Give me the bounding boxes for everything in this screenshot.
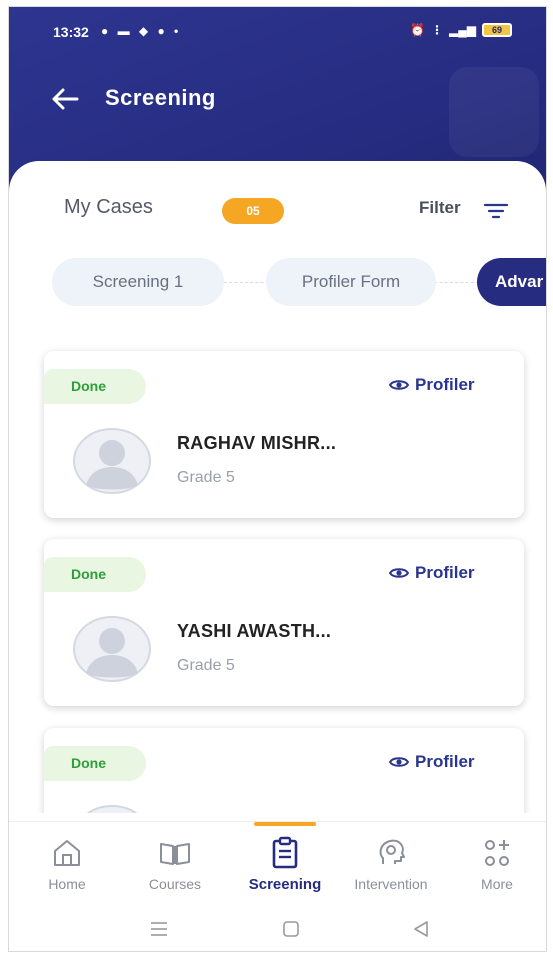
volte-icon: ⋮ bbox=[431, 23, 444, 37]
battery-icon: 69 bbox=[482, 23, 512, 37]
nav-home[interactable]: Home bbox=[37, 836, 97, 898]
student-card[interactable]: Done Profiler RAGHAV MISHR... Grade 5 bbox=[44, 351, 524, 518]
nav-label: Home bbox=[48, 876, 86, 892]
status-right-icons: ⏰ ⋮ ▂▄▆ 69 bbox=[410, 23, 512, 37]
nav-courses[interactable]: Courses bbox=[137, 836, 213, 898]
nav-label: Intervention bbox=[354, 876, 428, 892]
profiler-label: Profiler bbox=[415, 752, 475, 771]
filter-lines-icon[interactable] bbox=[483, 199, 509, 223]
notification-icons: ● ▬ ◆ ● • bbox=[101, 24, 182, 38]
status-time: 13:32 bbox=[53, 24, 89, 40]
avatar-icon bbox=[73, 428, 151, 494]
profiler-link[interactable]: Profiler bbox=[389, 752, 475, 772]
profiler-label: Profiler bbox=[415, 563, 475, 582]
my-cases-label: My Cases bbox=[64, 196, 153, 218]
signal-icon: ▂▄▆ bbox=[449, 23, 476, 37]
status-badge: Done bbox=[44, 369, 146, 404]
home-icon bbox=[54, 840, 80, 866]
nav-screening[interactable]: Screening bbox=[237, 836, 333, 898]
filter-button[interactable]: Filter bbox=[419, 198, 461, 218]
book-icon bbox=[160, 843, 190, 865]
head-gear-icon bbox=[379, 839, 405, 864]
status-badge: Done bbox=[44, 557, 146, 592]
app-bar: Screening bbox=[9, 79, 546, 119]
student-name: RAGHAV MISHR... bbox=[177, 433, 337, 453]
step-connector bbox=[429, 282, 479, 283]
step-screening-1[interactable]: Screening 1 bbox=[52, 258, 224, 306]
home-square-icon[interactable] bbox=[277, 915, 305, 943]
bottom-nav: Home Courses Screening Intervention More bbox=[9, 821, 546, 905]
avatar-icon bbox=[86, 805, 138, 813]
student-card[interactable]: Done Profiler bbox=[44, 728, 524, 813]
student-card[interactable]: Done Profiler YASHI AWASTH... Grade 5 bbox=[44, 539, 524, 706]
step-profiler-form[interactable]: Profiler Form bbox=[266, 258, 436, 306]
step-advanced[interactable]: Advar bbox=[477, 258, 546, 306]
alarm-icon: ⏰ bbox=[410, 23, 426, 37]
grid-plus-icon bbox=[485, 840, 509, 866]
phone-screen: 13:32 ● ▬ ◆ ● • ⏰ ⋮ ▂▄▆ 69 Screening My … bbox=[8, 6, 547, 952]
nav-active-indicator bbox=[254, 822, 316, 826]
back-triangle-icon[interactable] bbox=[407, 915, 435, 943]
content-sheet: My Cases 05 Filter Screening 1 Profiler … bbox=[9, 161, 546, 821]
arrow-left-icon[interactable] bbox=[47, 81, 83, 117]
clipboard-icon bbox=[272, 836, 298, 869]
eye-icon bbox=[389, 568, 409, 578]
profiler-link[interactable]: Profiler bbox=[389, 375, 475, 395]
battery-level: 69 bbox=[491, 25, 502, 35]
page-title: Screening bbox=[105, 85, 216, 110]
nav-label: More bbox=[481, 876, 513, 892]
eye-icon bbox=[389, 757, 409, 767]
stepper: Screening 1 Profiler Form Advar bbox=[9, 258, 546, 308]
student-name: YASHI AWASTH... bbox=[177, 621, 332, 641]
eye-icon bbox=[389, 380, 409, 390]
cases-header: My Cases 05 Filter bbox=[9, 193, 546, 229]
nav-intervention[interactable]: Intervention bbox=[339, 836, 443, 898]
student-grade: Grade 5 bbox=[177, 657, 235, 674]
cases-count-badge: 05 bbox=[222, 198, 284, 224]
nav-label: Courses bbox=[148, 876, 202, 892]
student-grade: Grade 5 bbox=[177, 469, 235, 486]
nav-label: Screening bbox=[248, 876, 322, 893]
status-badge: Done bbox=[44, 746, 146, 781]
status-bar: 13:32 ● ▬ ◆ ● • ⏰ ⋮ ▂▄▆ 69 bbox=[9, 7, 546, 49]
system-nav-bar bbox=[9, 905, 546, 951]
profiler-link[interactable]: Profiler bbox=[389, 563, 475, 583]
student-list: Done Profiler RAGHAV MISHR... Grade 5 Do… bbox=[9, 341, 546, 813]
menu-icon[interactable] bbox=[145, 915, 173, 943]
profiler-label: Profiler bbox=[415, 375, 475, 394]
nav-more[interactable]: More bbox=[469, 836, 525, 898]
avatar-icon bbox=[73, 616, 151, 682]
